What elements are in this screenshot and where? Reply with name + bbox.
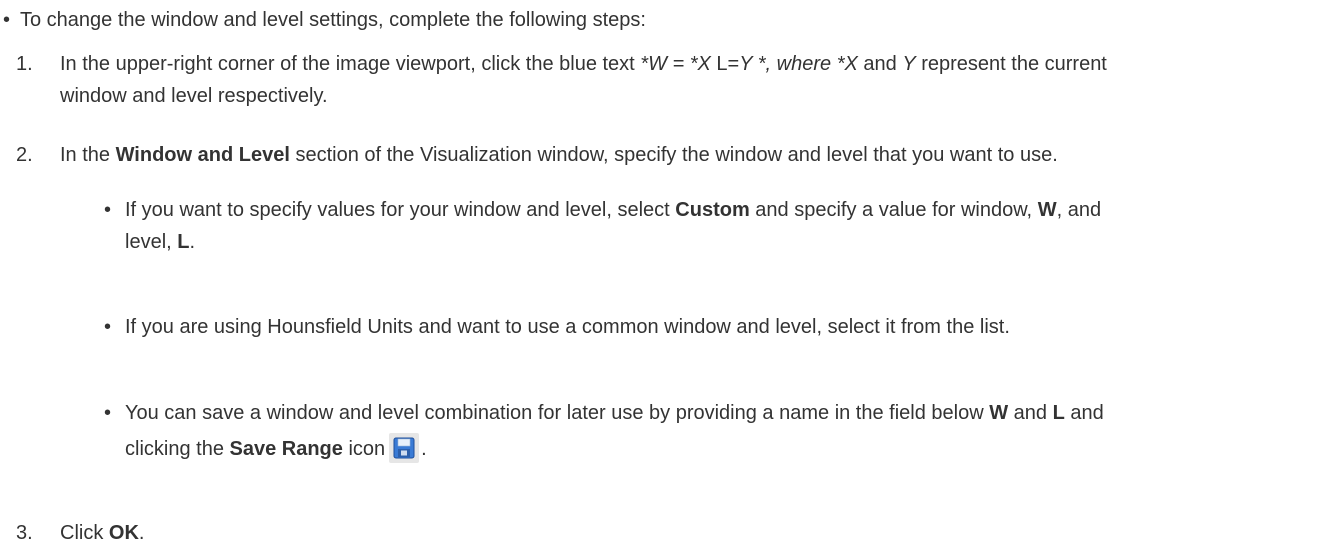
sub-3-l: L (1052, 402, 1065, 424)
step-2-number: 2. (16, 144, 33, 166)
sub-3-clicking: clicking the (125, 438, 230, 460)
step-3-line: Click OK. (60, 521, 144, 545)
sub-3-bullet: • (104, 402, 112, 424)
sub-1-text-2: and specify a value for window, (749, 199, 1038, 221)
save-floppy-icon (389, 433, 420, 463)
sub-1-level: level, (125, 231, 178, 253)
step-2-text: In the (60, 144, 116, 166)
sub-2-bullet: • (104, 316, 112, 338)
sub-3-text: You can save a window and level combinat… (125, 402, 990, 424)
step-3-period: . (138, 522, 145, 544)
step-1-level-var: Y *, where *X (739, 53, 858, 75)
sub-1-text: If you want to specify values for your w… (125, 199, 676, 221)
step-1-line-2: window and level respectively. (60, 85, 328, 107)
sub-1-bullet: • (104, 199, 112, 221)
sub-1-line-2: level, L. (125, 230, 195, 254)
intro-bullet: • (3, 9, 11, 31)
step-1-and: and (857, 53, 903, 75)
step-2-rest: section of the Visualization window, spe… (289, 144, 1058, 166)
intro-text: To change the window and level settings,… (20, 9, 646, 31)
sub-1-w: W (1037, 199, 1057, 221)
step-3-number: 3. (16, 522, 33, 544)
step-3-click: Click (60, 522, 109, 544)
sub-1-l: L (177, 231, 190, 253)
step-1-y-var: Y (902, 53, 916, 75)
sub-1-line-1: If you want to specify values for your w… (125, 198, 1101, 222)
sub-3-and: and (1008, 402, 1053, 424)
step-1-line-1: In the upper-right corner of the image v… (60, 52, 1107, 76)
step-1-number: 1. (16, 53, 33, 75)
sub-3-w: W (989, 402, 1009, 424)
step-1-window-var: *W = *X (640, 53, 711, 75)
step-2-line: In the Window and Level section of the V… (60, 143, 1058, 167)
step-1-text: In the upper-right corner of the image v… (60, 53, 641, 75)
sub-1-period: . (189, 231, 196, 253)
sub-3-save-range: Save Range (229, 438, 343, 460)
sub-3-line-2: clicking the Save Range icon . (125, 433, 427, 463)
sub-1-custom: Custom (675, 199, 750, 221)
step-1-represent: represent the current (915, 53, 1107, 75)
sub-3-icon-word: icon (342, 438, 386, 460)
step-2-section-name: Window and Level (115, 144, 290, 166)
sub-3-period: . (421, 438, 427, 460)
step-3-ok: OK (108, 522, 139, 544)
sub-1-text-3: , and (1056, 199, 1102, 221)
step-1-level-label: L= (710, 53, 740, 75)
sub-3-line-1: You can save a window and level combinat… (125, 401, 1104, 425)
sub-2-text: If you are using Hounsfield Units and wa… (125, 316, 1010, 338)
sub-3-and-2: and (1064, 402, 1104, 424)
